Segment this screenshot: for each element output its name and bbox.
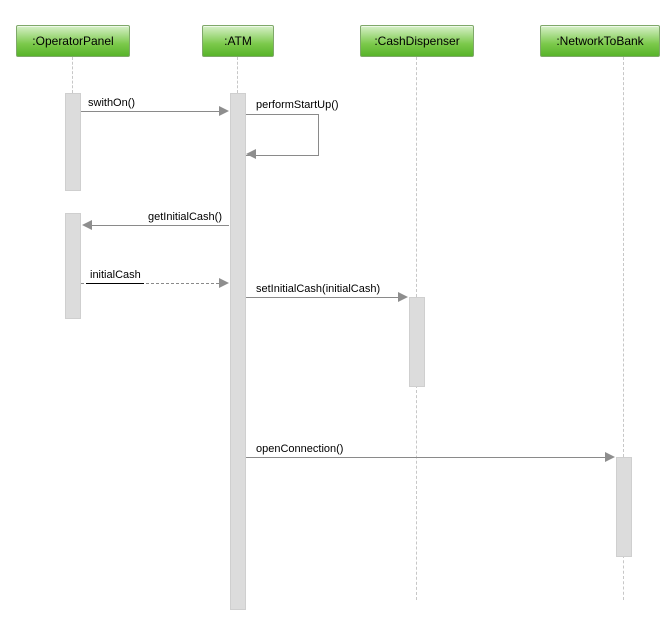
message-open-connection-line (246, 457, 605, 458)
lifeline-network-to-bank (623, 57, 624, 457)
message-perform-startup-label: performStartUp() (256, 99, 339, 111)
lifeline-atm (237, 57, 238, 93)
message-open-connection-arrow-icon (605, 452, 615, 462)
message-get-initial-cash-arrow-icon (82, 220, 92, 230)
message-perform-startup-selfcall (246, 114, 319, 156)
message-get-initial-cash-line (92, 225, 229, 226)
message-switch-on-label: swithOn() (88, 97, 135, 109)
activation-operator-panel-2 (65, 213, 81, 319)
activation-cash-dispenser (409, 297, 425, 387)
actor-network-to-bank-label: :NetworkToBank (556, 34, 643, 48)
message-open-connection-label: openConnection() (256, 443, 343, 455)
sequence-diagram: :OperatorPanel :ATM :CashDispenser :Netw… (0, 0, 668, 639)
message-switch-on-line (81, 111, 219, 112)
activation-operator-panel-1 (65, 93, 81, 191)
actor-atm: :ATM (202, 25, 274, 57)
activation-network-to-bank (616, 457, 632, 557)
message-initial-cash-label: initialCash (90, 269, 141, 281)
message-perform-startup-arrow-icon (246, 149, 256, 159)
actor-cash-dispenser-label: :CashDispenser (374, 34, 459, 48)
actor-atm-label: :ATM (224, 34, 252, 48)
message-set-initial-cash-label: setInitialCash(initialCash) (256, 283, 380, 295)
actor-operator-panel: :OperatorPanel (16, 25, 130, 57)
message-switch-on-arrow-icon (219, 106, 229, 116)
actor-network-to-bank: :NetworkToBank (540, 25, 660, 57)
lifeline-cash-dispenser (416, 57, 417, 297)
actor-cash-dispenser: :CashDispenser (360, 25, 474, 57)
message-initial-cash-underline (86, 283, 144, 284)
message-initial-cash-arrow-icon (219, 278, 229, 288)
activation-atm (230, 93, 246, 610)
lifeline-network-to-bank-2 (623, 555, 624, 600)
lifeline-operator-panel (72, 57, 73, 93)
message-set-initial-cash-line (246, 297, 398, 298)
message-get-initial-cash-label: getInitialCash() (148, 211, 222, 223)
lifeline-cash-dispenser-2 (416, 385, 417, 600)
actor-operator-panel-label: :OperatorPanel (32, 34, 113, 48)
message-set-initial-cash-arrow-icon (398, 292, 408, 302)
